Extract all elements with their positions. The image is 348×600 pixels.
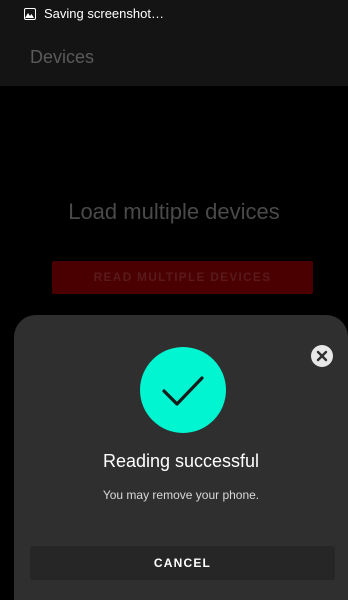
main-heading: Load multiple devices [68, 199, 280, 224]
result-bottom-sheet: Reading successful You may remove your p… [14, 315, 348, 600]
status-notification-text: Saving screenshot… [44, 6, 164, 21]
app-bar: Devices [0, 28, 348, 86]
screenshot-icon [24, 8, 36, 20]
app-title: Devices [30, 47, 95, 67]
cancel-button[interactable]: CANCEL [30, 546, 335, 580]
result-subtitle: You may remove your phone. [102, 488, 260, 502]
read-multiple-devices-button[interactable]: READ MULTIPLE DEVICES [52, 261, 313, 294]
result-title: Reading successful [102, 451, 260, 471]
status-bar: Saving screenshot… [0, 0, 348, 28]
close-icon[interactable] [311, 345, 333, 367]
checkmark-icon [140, 347, 226, 433]
